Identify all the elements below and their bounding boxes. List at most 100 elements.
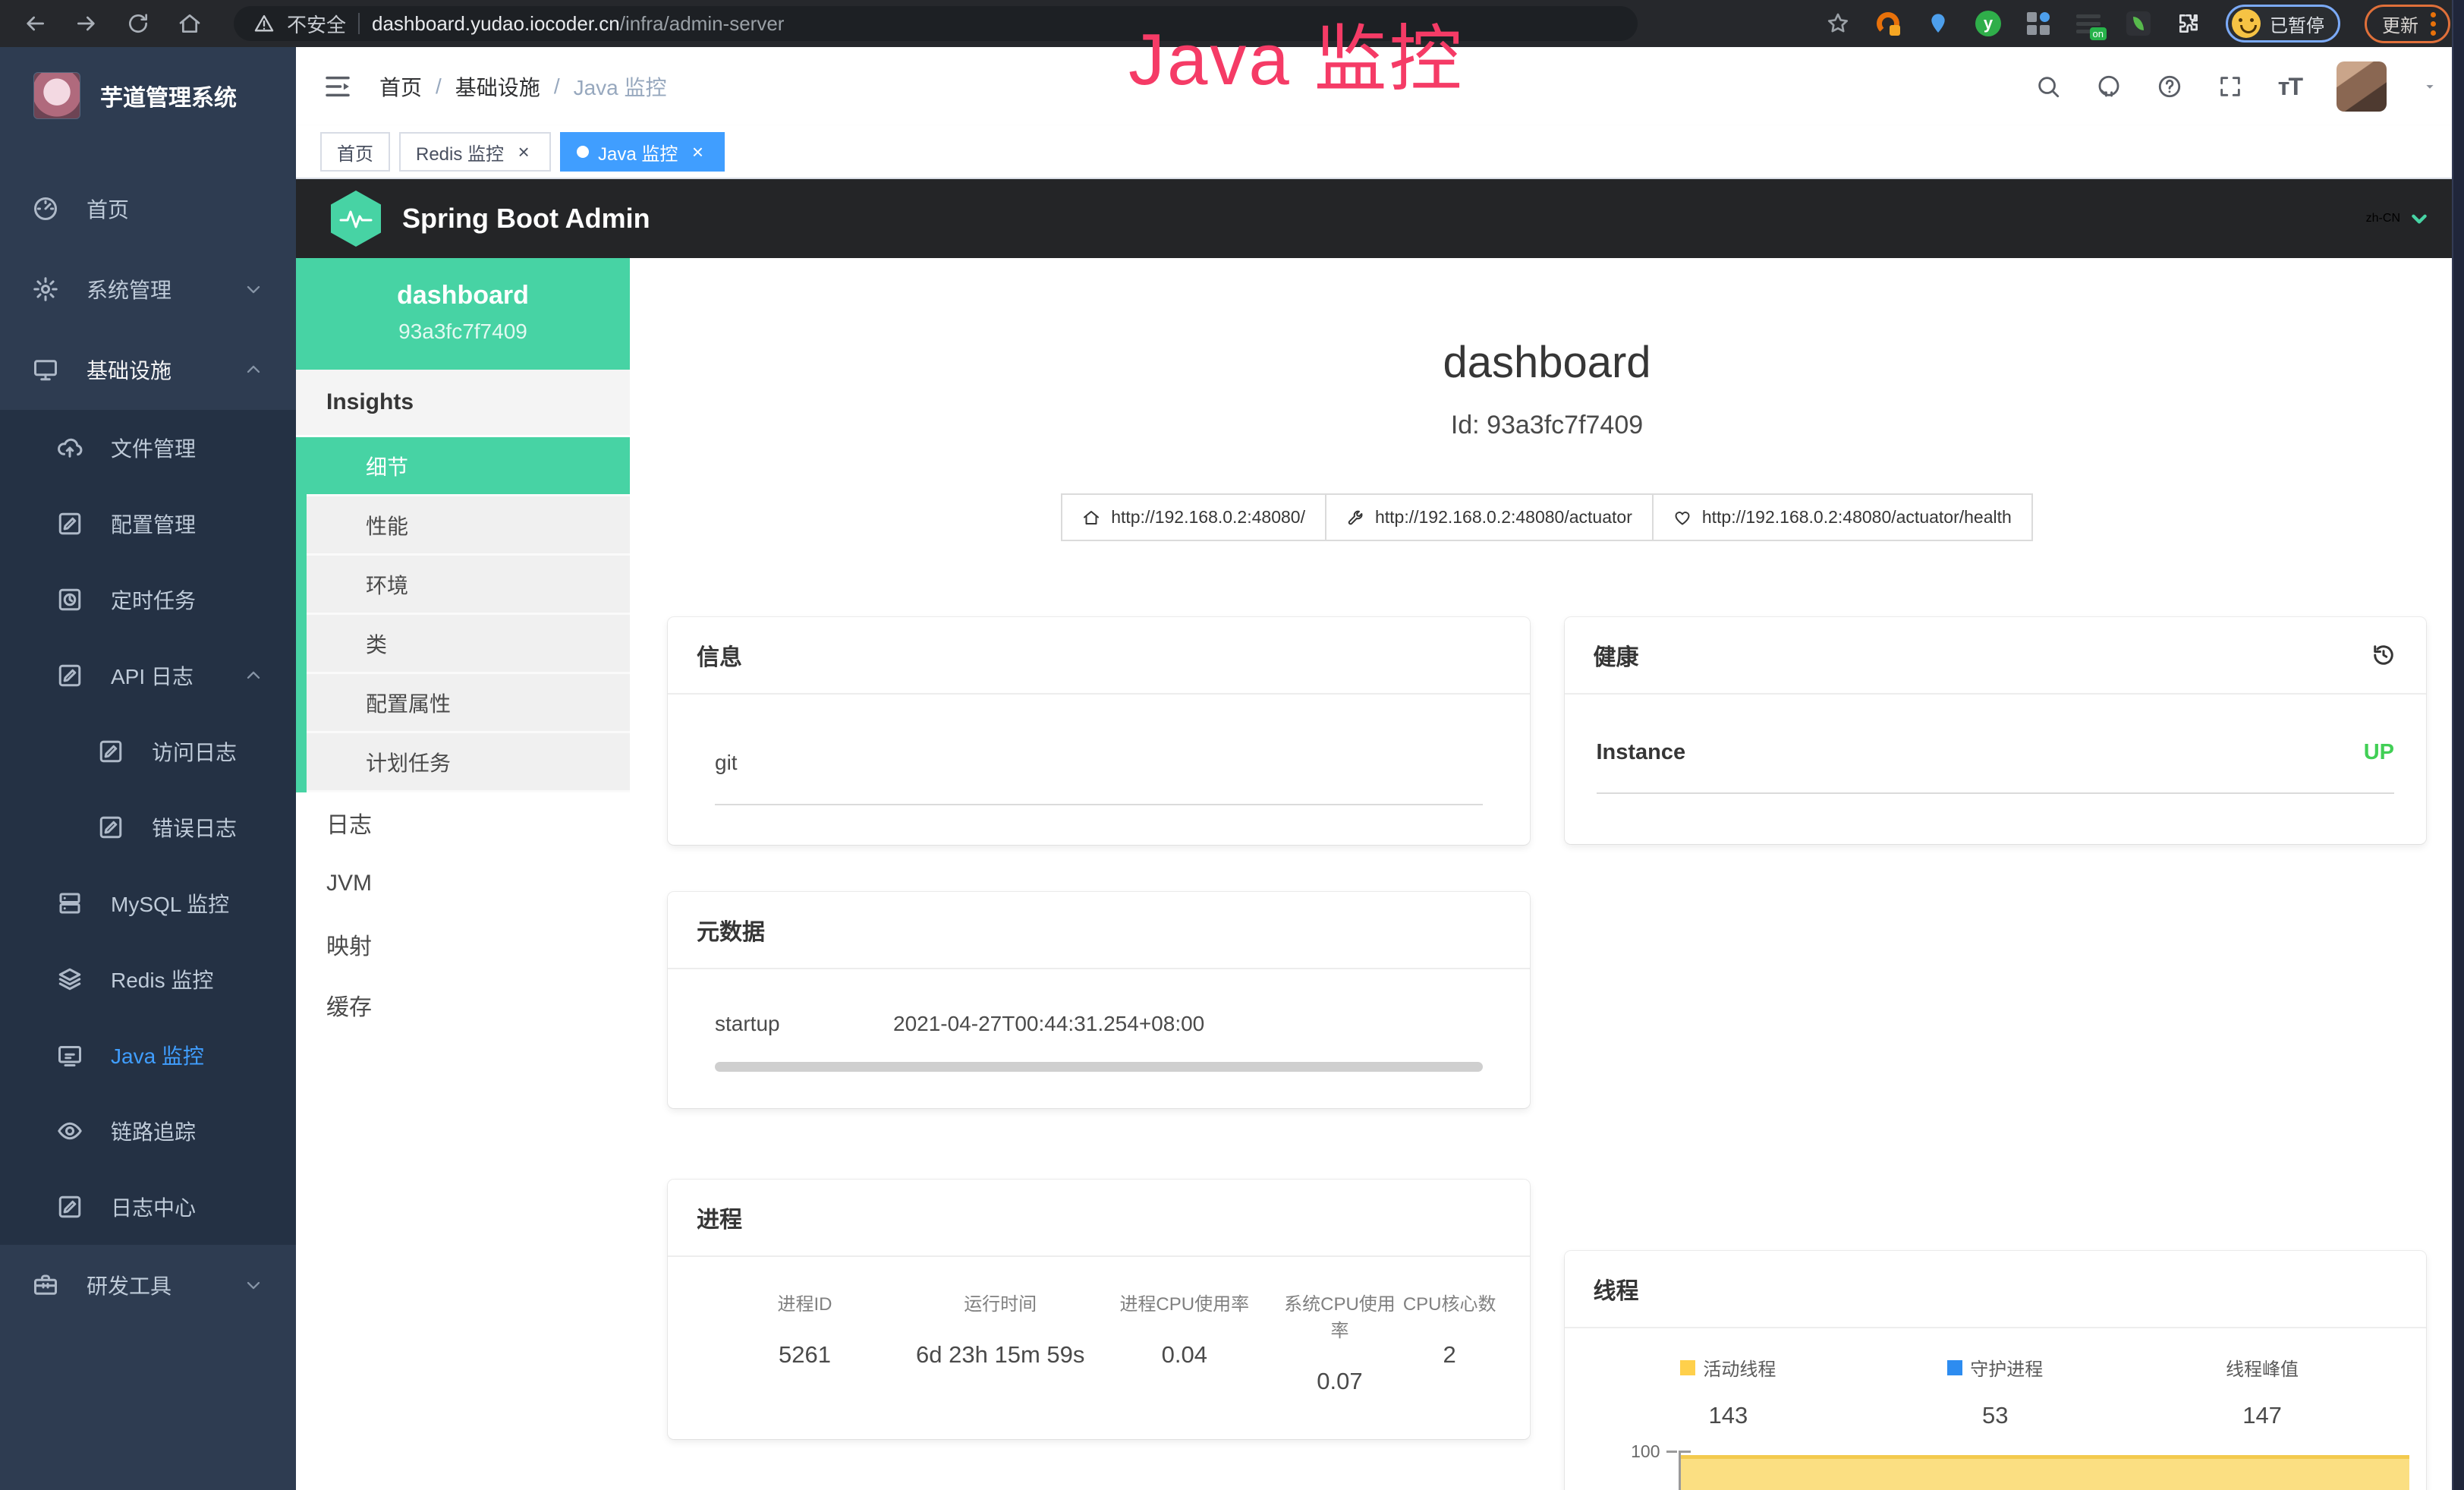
threads-card: 线程 活动线程 143 守护进程 53 [1565, 1251, 2427, 1490]
sidebar-item[interactable]: 配置管理 [0, 486, 296, 562]
help-icon[interactable] [2157, 74, 2182, 99]
health-card: 健康 Instance UP [1565, 617, 2427, 844]
screen-icon [56, 1041, 83, 1069]
sba-brand[interactable]: Spring Boot Admin [402, 203, 650, 235]
gear-icon [32, 276, 59, 303]
extensions-puzzle-icon[interactable] [2176, 11, 2201, 36]
chevron-icon [243, 359, 264, 380]
horizontal-scrollbar[interactable] [715, 1062, 1483, 1072]
sidebar-item[interactable]: Redis 监控 [0, 941, 296, 1017]
omnibox-divider [358, 13, 360, 34]
sba-view-item[interactable]: JVM [296, 853, 630, 914]
bookmark-star-icon[interactable] [1825, 11, 1851, 36]
gauge-icon [32, 195, 59, 222]
fullscreen-icon[interactable] [2217, 74, 2243, 99]
wrench-icon [1346, 509, 1364, 527]
sba-insight-item[interactable]: 计划任务 [307, 733, 630, 792]
view-tab[interactable]: 首页 [320, 132, 390, 172]
on-badge-extension-icon[interactable]: on [2075, 11, 2101, 36]
browser-forward-icon[interactable] [74, 11, 99, 36]
profile-avatar-icon [2232, 9, 2261, 38]
breadcrumb-item[interactable]: 基础设施 [455, 71, 540, 102]
sba-view-item[interactable]: 缓存 [296, 975, 630, 1035]
instance-link[interactable]: http://192.168.0.2:48080/ [1061, 493, 1326, 541]
history-icon[interactable] [2370, 641, 2397, 669]
sidebar-item[interactable]: 错误日志 [0, 789, 296, 865]
sidebar-item[interactable]: 文件管理 [0, 410, 296, 486]
sba-view-item[interactable]: 日志 [296, 792, 630, 853]
profile-sync-status: 已暂停 [2270, 11, 2324, 37]
browser-menu-icon[interactable] [2431, 12, 2436, 36]
view-tab[interactable]: Java 监控 × [560, 132, 725, 172]
eye-icon [56, 1117, 83, 1145]
avatar-caret-icon[interactable] [2422, 78, 2438, 95]
startup-row: startup 2021-04-27T00:44:31.254+08:00 [715, 1012, 1483, 1036]
sba-language-select[interactable]: zh-CN [2366, 209, 2429, 228]
tab-close-icon[interactable]: × [687, 141, 708, 162]
info-card-title: 信息 [697, 638, 742, 672]
browser-reload-icon[interactable] [126, 11, 150, 36]
sidebar-item[interactable]: MySQL 监控 [0, 865, 296, 941]
app-logo-row[interactable]: 芋道管理系统 [0, 47, 296, 144]
pin-extension-icon[interactable] [1925, 11, 1951, 36]
user-avatar[interactable] [2337, 61, 2387, 112]
sba-view-list: 日志JVM映射缓存 [296, 792, 630, 1035]
security-warning-icon[interactable] [253, 13, 275, 34]
leaf-extension-icon[interactable] [2126, 11, 2151, 36]
sba-instance-header[interactable]: dashboard 93a3fc7f7409 [296, 258, 630, 370]
sidebar-item[interactable]: 研发工具 [0, 1245, 296, 1325]
instance-link[interactable]: http://192.168.0.2:48080/actuator/health [1652, 493, 2033, 541]
sba-logo-icon[interactable] [331, 191, 381, 247]
orange-extension-icon[interactable] [1875, 11, 1901, 36]
grid-extension-icon[interactable] [2025, 11, 2051, 36]
threads-card-title: 线程 [1594, 1272, 1639, 1306]
sba-insight-item[interactable]: 配置属性 [307, 674, 630, 733]
edit-icon [97, 738, 124, 765]
sba-instance-sidebar: dashboard 93a3fc7f7409 Insights 细节性能环境类配… [296, 258, 630, 1490]
sidebar-item[interactable]: 定时任务 [0, 562, 296, 638]
browser-home-icon[interactable] [178, 11, 202, 36]
browser-back-icon[interactable] [23, 11, 47, 36]
sidebar-item[interactable]: Java 监控 [0, 1017, 296, 1093]
sidebar-item[interactable]: 日志中心 [0, 1169, 296, 1245]
sidebar-item[interactable]: 系统管理 [0, 249, 296, 329]
sidebar-item[interactable]: 首页 [0, 169, 296, 249]
sba-insight-item[interactable]: 性能 [307, 496, 630, 556]
git-key: git [715, 751, 893, 775]
sba-view-item[interactable]: 映射 [296, 914, 630, 975]
view-tab[interactable]: Redis 监控 × [399, 132, 551, 172]
security-label: 不安全 [287, 10, 346, 38]
sba-main-content: dashboard Id: 93a3fc7f7409 http://192.16… [630, 258, 2464, 1490]
github-icon[interactable] [2096, 74, 2122, 99]
process-table-column: 系统CPU使用率 0.07 [1276, 1289, 1403, 1395]
git-info-row: git [715, 739, 1483, 805]
legend-square-icon [1947, 1360, 1962, 1375]
app-logo [33, 72, 80, 119]
hamburger-icon[interactable] [322, 71, 354, 102]
sba-insight-item[interactable]: 类 [307, 615, 630, 674]
chart-area-series [1681, 1455, 2410, 1490]
health-card-title: 健康 [1594, 638, 1639, 672]
breadcrumb-item[interactable]: Java 监控 [574, 71, 667, 102]
sidebar-item[interactable]: API 日志 [0, 638, 296, 713]
sba-insight-item[interactable]: 环境 [307, 556, 630, 615]
tab-close-icon[interactable]: × [513, 141, 534, 162]
instance-link[interactable]: http://192.168.0.2:48080/actuator [1325, 493, 1654, 541]
search-icon[interactable] [2035, 74, 2061, 99]
sba-insight-item[interactable]: 细节 [307, 437, 630, 496]
sidebar-item[interactable]: 访问日志 [0, 713, 296, 789]
git-value [893, 751, 920, 775]
sidebar-item[interactable]: 基础设施 [0, 329, 296, 410]
breadcrumb-item[interactable]: 首页 [379, 71, 422, 102]
font-size-icon[interactable]: тT [2278, 73, 2302, 101]
process-table: 进程ID 5261 运行时间 6d 23h 15m 59s 进程CPU使用率 0… [668, 1257, 1530, 1439]
instance-id-subtitle: Id: 93a3fc7f7409 [668, 411, 2426, 440]
browser-update-button[interactable]: 更新 [2365, 5, 2450, 43]
green-y-extension-icon[interactable]: y [1975, 11, 2001, 36]
instance-links: http://192.168.0.2:48080/ http://192.168… [668, 493, 2426, 541]
chevron-icon [243, 279, 264, 300]
browser-profile-button[interactable]: 已暂停 [2226, 5, 2340, 43]
info-card: 信息 git [668, 617, 1530, 845]
sidebar-item[interactable]: 链路追踪 [0, 1093, 296, 1169]
sba-insights-group: 细节性能环境类配置属性计划任务 [296, 437, 630, 792]
